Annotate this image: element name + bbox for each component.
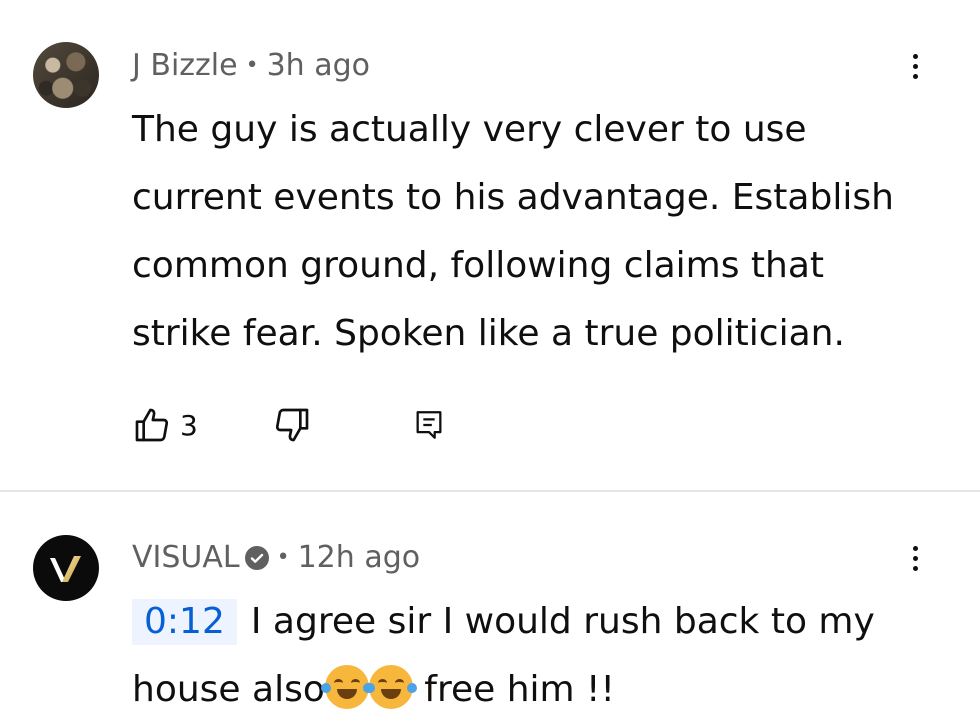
comment-time[interactable]: 3h ago xyxy=(267,48,370,83)
avatar[interactable] xyxy=(33,535,99,601)
channel-logo-icon xyxy=(50,556,81,582)
comment-text: The guy is actually very clever to use c… xyxy=(132,96,952,368)
verified-check-icon xyxy=(244,545,269,570)
comment-line: common ground, following claims that xyxy=(132,245,825,286)
comment-line: 0:12 I agree sir I would rush back to my xyxy=(132,588,952,656)
comment-line: current events to his advantage. Establi… xyxy=(132,177,894,218)
more-vertical-icon[interactable] xyxy=(900,538,930,578)
comment-header: VISUAL • 12h ago xyxy=(132,540,420,575)
author-name[interactable]: VISUAL xyxy=(132,540,240,575)
comment-line-text: I agree sir I would rush back to my xyxy=(250,601,875,642)
comment-text: 0:12 I agree sir I would rush back to my … xyxy=(132,588,952,724)
divider xyxy=(0,490,980,492)
reply-button[interactable] xyxy=(412,407,446,443)
separator: • xyxy=(245,53,259,78)
comment-actions: 3 xyxy=(132,400,446,450)
timestamp-link[interactable]: 0:12 xyxy=(132,599,237,645)
reply-icon xyxy=(416,411,442,439)
tears-of-joy-emoji-icon xyxy=(364,665,417,709)
like-count: 3 xyxy=(180,408,198,442)
comment-time[interactable]: 12h ago xyxy=(298,540,421,575)
comment-line: The guy is actually very clever to use xyxy=(132,109,807,150)
dislike-button[interactable] xyxy=(272,405,312,445)
comment-header: J Bizzle • 3h ago xyxy=(132,48,370,83)
author-name[interactable]: J Bizzle xyxy=(132,48,238,83)
comment-line-text: house also xyxy=(132,669,325,710)
thumbs-up-icon xyxy=(135,408,169,442)
like-button[interactable]: 3 xyxy=(132,405,198,445)
more-vertical-icon[interactable] xyxy=(900,46,930,86)
thumbs-down-icon xyxy=(275,408,309,442)
separator: • xyxy=(276,545,290,570)
tears-of-joy-emoji-icon xyxy=(320,665,373,709)
comment-line-text: free him !! xyxy=(412,669,615,710)
comment-line: strike fear. Spoken like a true politici… xyxy=(132,313,845,354)
avatar[interactable] xyxy=(33,42,99,108)
comment-line: house also free him !! xyxy=(132,656,952,724)
